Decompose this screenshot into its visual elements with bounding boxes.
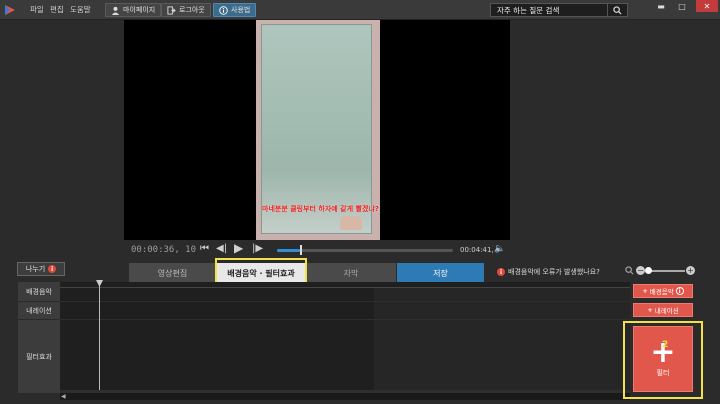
minimize-button[interactable]: ▬ [651,0,671,12]
track-narration[interactable] [60,302,630,320]
logout-icon [167,5,176,15]
track-label-narration: 내레이션 [18,302,60,320]
track-label-filter: 필터효과 [18,320,60,394]
timeline: 배경음악 내레이션 필터효과 [18,282,630,394]
add-narration-button[interactable]: + 내레이션 [633,303,693,317]
menu-help[interactable]: 도움말 [70,4,91,15]
video-hand-image [340,216,362,230]
mypage-label: 마이페이지 [123,6,156,14]
track-label-bgm: 배경음악 [18,282,60,302]
timeline-zoom: − + [625,266,695,276]
app-window: 파일 편집 도움말 마이페이지 로그아웃 사용법 ▬ □ ✕ 마네분분 클링부터… [0,0,720,404]
menu-edit[interactable]: 편집 [50,4,64,15]
split-info-icon[interactable]: i [48,265,57,273]
tab-bgm-filter[interactable]: 배경음악 · 필터효과 [216,263,306,283]
user-icon [111,6,120,15]
error-info-icon: i [497,268,505,276]
annotation-2: 2 [662,340,669,350]
zoom-in-icon[interactable]: + [686,266,695,275]
tab-save[interactable]: 저장 [397,263,484,283]
app-logo-icon [5,5,15,15]
add-filter-button[interactable]: + 필터 [633,326,693,392]
timeline-scrollbar[interactable] [60,393,630,400]
video-subtitle: 마네분분 클링부터 하자예 같게 빨겠냐? [262,205,379,213]
zoom-search-icon [625,266,634,275]
search-button[interactable] [607,3,628,17]
plus-icon: + [642,287,648,295]
step-back-icon[interactable]: ◀| [216,243,227,254]
add-narration-label: 내레이션 [654,307,679,315]
tab-subtitle[interactable]: 자막 [306,263,396,283]
progress-bar[interactable] [277,245,453,255]
menu-file[interactable]: 파일 [30,4,44,15]
mypage-button[interactable]: 마이페이지 [105,3,162,17]
logout-label: 로그아웃 [179,6,205,14]
video-preview: 마네분분 클링부터 하자예 같게 빨겠냐? [124,20,510,240]
scroll-left-icon[interactable]: ◀ [61,393,66,400]
zoom-slider[interactable] [647,270,685,272]
step-forward-icon[interactable]: |▶ [252,243,263,254]
progress-fill [277,249,300,252]
zoom-out-icon[interactable]: − [636,266,645,275]
howto-label: 사용법 [231,6,251,14]
track-filter[interactable] [60,320,630,391]
logout-button[interactable]: 로그아웃 [161,3,211,17]
bgm-error-help[interactable]: i 배경음악에 오류가 발생했나요? [497,267,600,277]
add-bgm-label: 배경음악 [649,288,674,296]
info-icon [219,5,228,15]
current-time: 00:00:36, 10 [131,245,197,255]
error-question-label: 배경음악에 오류가 발생했나요? [508,268,600,276]
search-icon [613,5,622,15]
plus-icon: + [647,306,653,314]
tab-video-edit[interactable]: 영상편집 [129,263,216,283]
close-button[interactable]: ✕ [696,0,718,12]
bgm-info-icon[interactable]: i [675,287,684,295]
video-content-image [261,24,372,234]
split-button[interactable]: 나누기 i [17,262,65,276]
progress-handle[interactable] [299,245,302,255]
zoom-slider-knob[interactable] [645,267,652,274]
maximize-button[interactable]: □ [672,0,692,12]
add-bgm-button[interactable]: + 배경음악 i [633,284,693,298]
top-bar: 파일 편집 도움말 마이페이지 로그아웃 사용법 ▬ □ ✕ [0,0,720,20]
timeline-playhead[interactable] [99,282,100,390]
howto-button[interactable]: 사용법 [213,3,257,17]
skip-start-icon[interactable]: ⏮ [200,243,209,254]
track-bgm[interactable] [60,288,630,302]
add-filter-label: 필터 [656,369,670,377]
play-icon[interactable]: ▶ [234,241,243,255]
volume-icon[interactable]: 🔈 [494,244,505,254]
timeline-ruler[interactable] [60,282,630,288]
split-label: 나누기 [25,265,46,273]
